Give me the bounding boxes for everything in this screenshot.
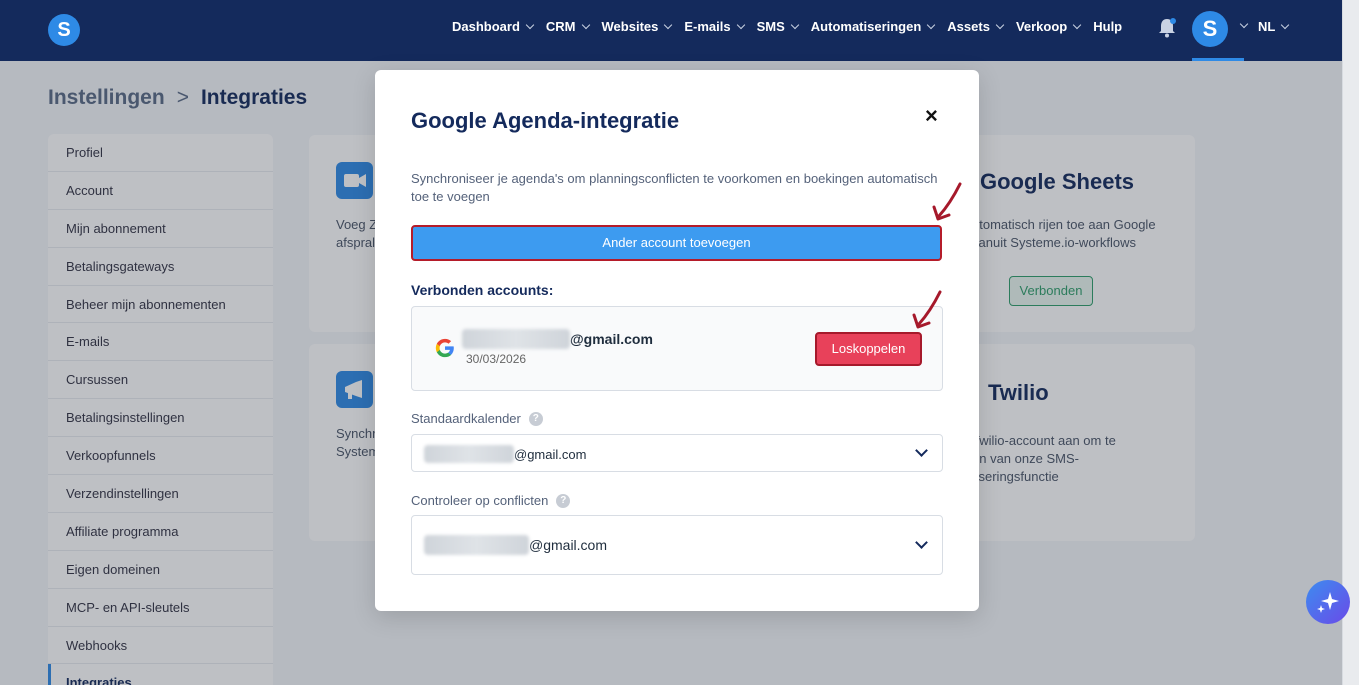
redacted-email-prefix (424, 535, 529, 555)
conflict-check-label-text: Controleer op conflicten (411, 493, 549, 508)
modal-description: Synchroniseer je agenda's om planningsco… (411, 171, 938, 204)
user-avatar[interactable]: S (1192, 11, 1228, 47)
chevron-down-icon (664, 20, 673, 29)
default-calendar-value: @gmail.com (424, 445, 586, 463)
nav-websites[interactable]: Websites (601, 19, 673, 34)
nav-emails-label: E-mails (684, 19, 731, 34)
conflict-check-value: @gmail.com (424, 535, 607, 555)
nav-crm[interactable]: CRM (545, 19, 590, 34)
annotation-arrow-icon (912, 290, 942, 329)
nav-assets[interactable]: Assets (947, 19, 1005, 34)
chevron-down-icon[interactable] (1239, 19, 1249, 29)
conflict-check-select[interactable]: @gmail.com (411, 515, 943, 575)
chevron-down-icon (1072, 20, 1082, 29)
main-menu: Dashboard CRM Websites E-mails SMS Autom… (452, 19, 1135, 34)
google-icon (435, 338, 454, 358)
email-suffix: @gmail.com (570, 331, 653, 347)
nav-emails[interactable]: E-mails (684, 19, 745, 34)
nav-websites-label: Websites (601, 19, 659, 34)
redacted-email-prefix (462, 329, 570, 349)
nav-sales[interactable]: Verkoop (1015, 19, 1082, 34)
redacted-email-prefix (424, 445, 514, 463)
google-calendar-modal: Google Agenda-integratie × Synchroniseer… (375, 70, 979, 611)
chevron-down-icon (1281, 20, 1290, 29)
chevron-down-icon (581, 20, 590, 29)
disconnect-button[interactable]: Loskoppelen (815, 332, 922, 366)
add-account-button[interactable]: Ander account toevoegen (411, 225, 942, 261)
bell-icon[interactable] (1158, 18, 1176, 38)
chevron-down-icon (995, 20, 1005, 29)
ai-assistant-button[interactable] (1306, 580, 1350, 624)
nav-assets-label: Assets (947, 19, 990, 34)
nav-sms[interactable]: SMS (756, 19, 800, 34)
email-suffix: @gmail.com (514, 446, 587, 462)
default-calendar-label: Standaardkalender ? (411, 411, 543, 426)
top-navigation-bar: S Dashboard CRM Websites E-mails SMS Aut… (0, 0, 1342, 61)
chevron-down-icon (915, 444, 928, 457)
annotation-arrow-icon (932, 182, 962, 221)
language-label: NL (1258, 19, 1276, 34)
connected-account-row: @gmail.com 30/03/2026 Loskoppelen (411, 306, 943, 391)
default-calendar-label-text: Standaardkalender (411, 411, 521, 426)
connected-accounts-label: Verbonden accounts: (411, 282, 554, 298)
sparkle-icon (1317, 592, 1339, 613)
systeme-logo[interactable]: S (48, 14, 80, 46)
chevron-down-icon (927, 20, 936, 29)
default-calendar-select[interactable]: @gmail.com (411, 434, 943, 472)
nav-automations-label: Automatiseringen (810, 19, 922, 34)
chevron-down-icon (736, 20, 745, 29)
connected-account-email: @gmail.com (462, 329, 653, 349)
nav-dashboard-label: Dashboard (452, 19, 520, 34)
help-icon[interactable]: ? (528, 411, 543, 426)
connected-account-date: 30/03/2026 (466, 352, 527, 366)
nav-help-label: Hulp (1093, 19, 1123, 34)
nav-help[interactable]: Hulp (1093, 19, 1122, 34)
language-selector[interactable]: NL (1258, 19, 1290, 34)
chevron-down-icon (525, 20, 535, 29)
chevron-down-icon (790, 20, 800, 29)
modal-title: Google Agenda-integratie (411, 108, 680, 133)
email-suffix: @gmail.com (529, 537, 608, 553)
nav-sms-label: SMS (756, 19, 785, 34)
nav-crm-label: CRM (545, 19, 576, 34)
help-icon[interactable]: ? (556, 493, 571, 508)
nav-sales-label: Verkoop (1015, 19, 1068, 34)
chevron-down-icon (915, 536, 928, 549)
nav-dashboard[interactable]: Dashboard (452, 19, 535, 34)
nav-automations[interactable]: Automatiseringen (810, 19, 936, 34)
close-icon[interactable]: × (925, 103, 938, 129)
conflict-check-label: Controleer op conflicten ? (411, 493, 571, 508)
